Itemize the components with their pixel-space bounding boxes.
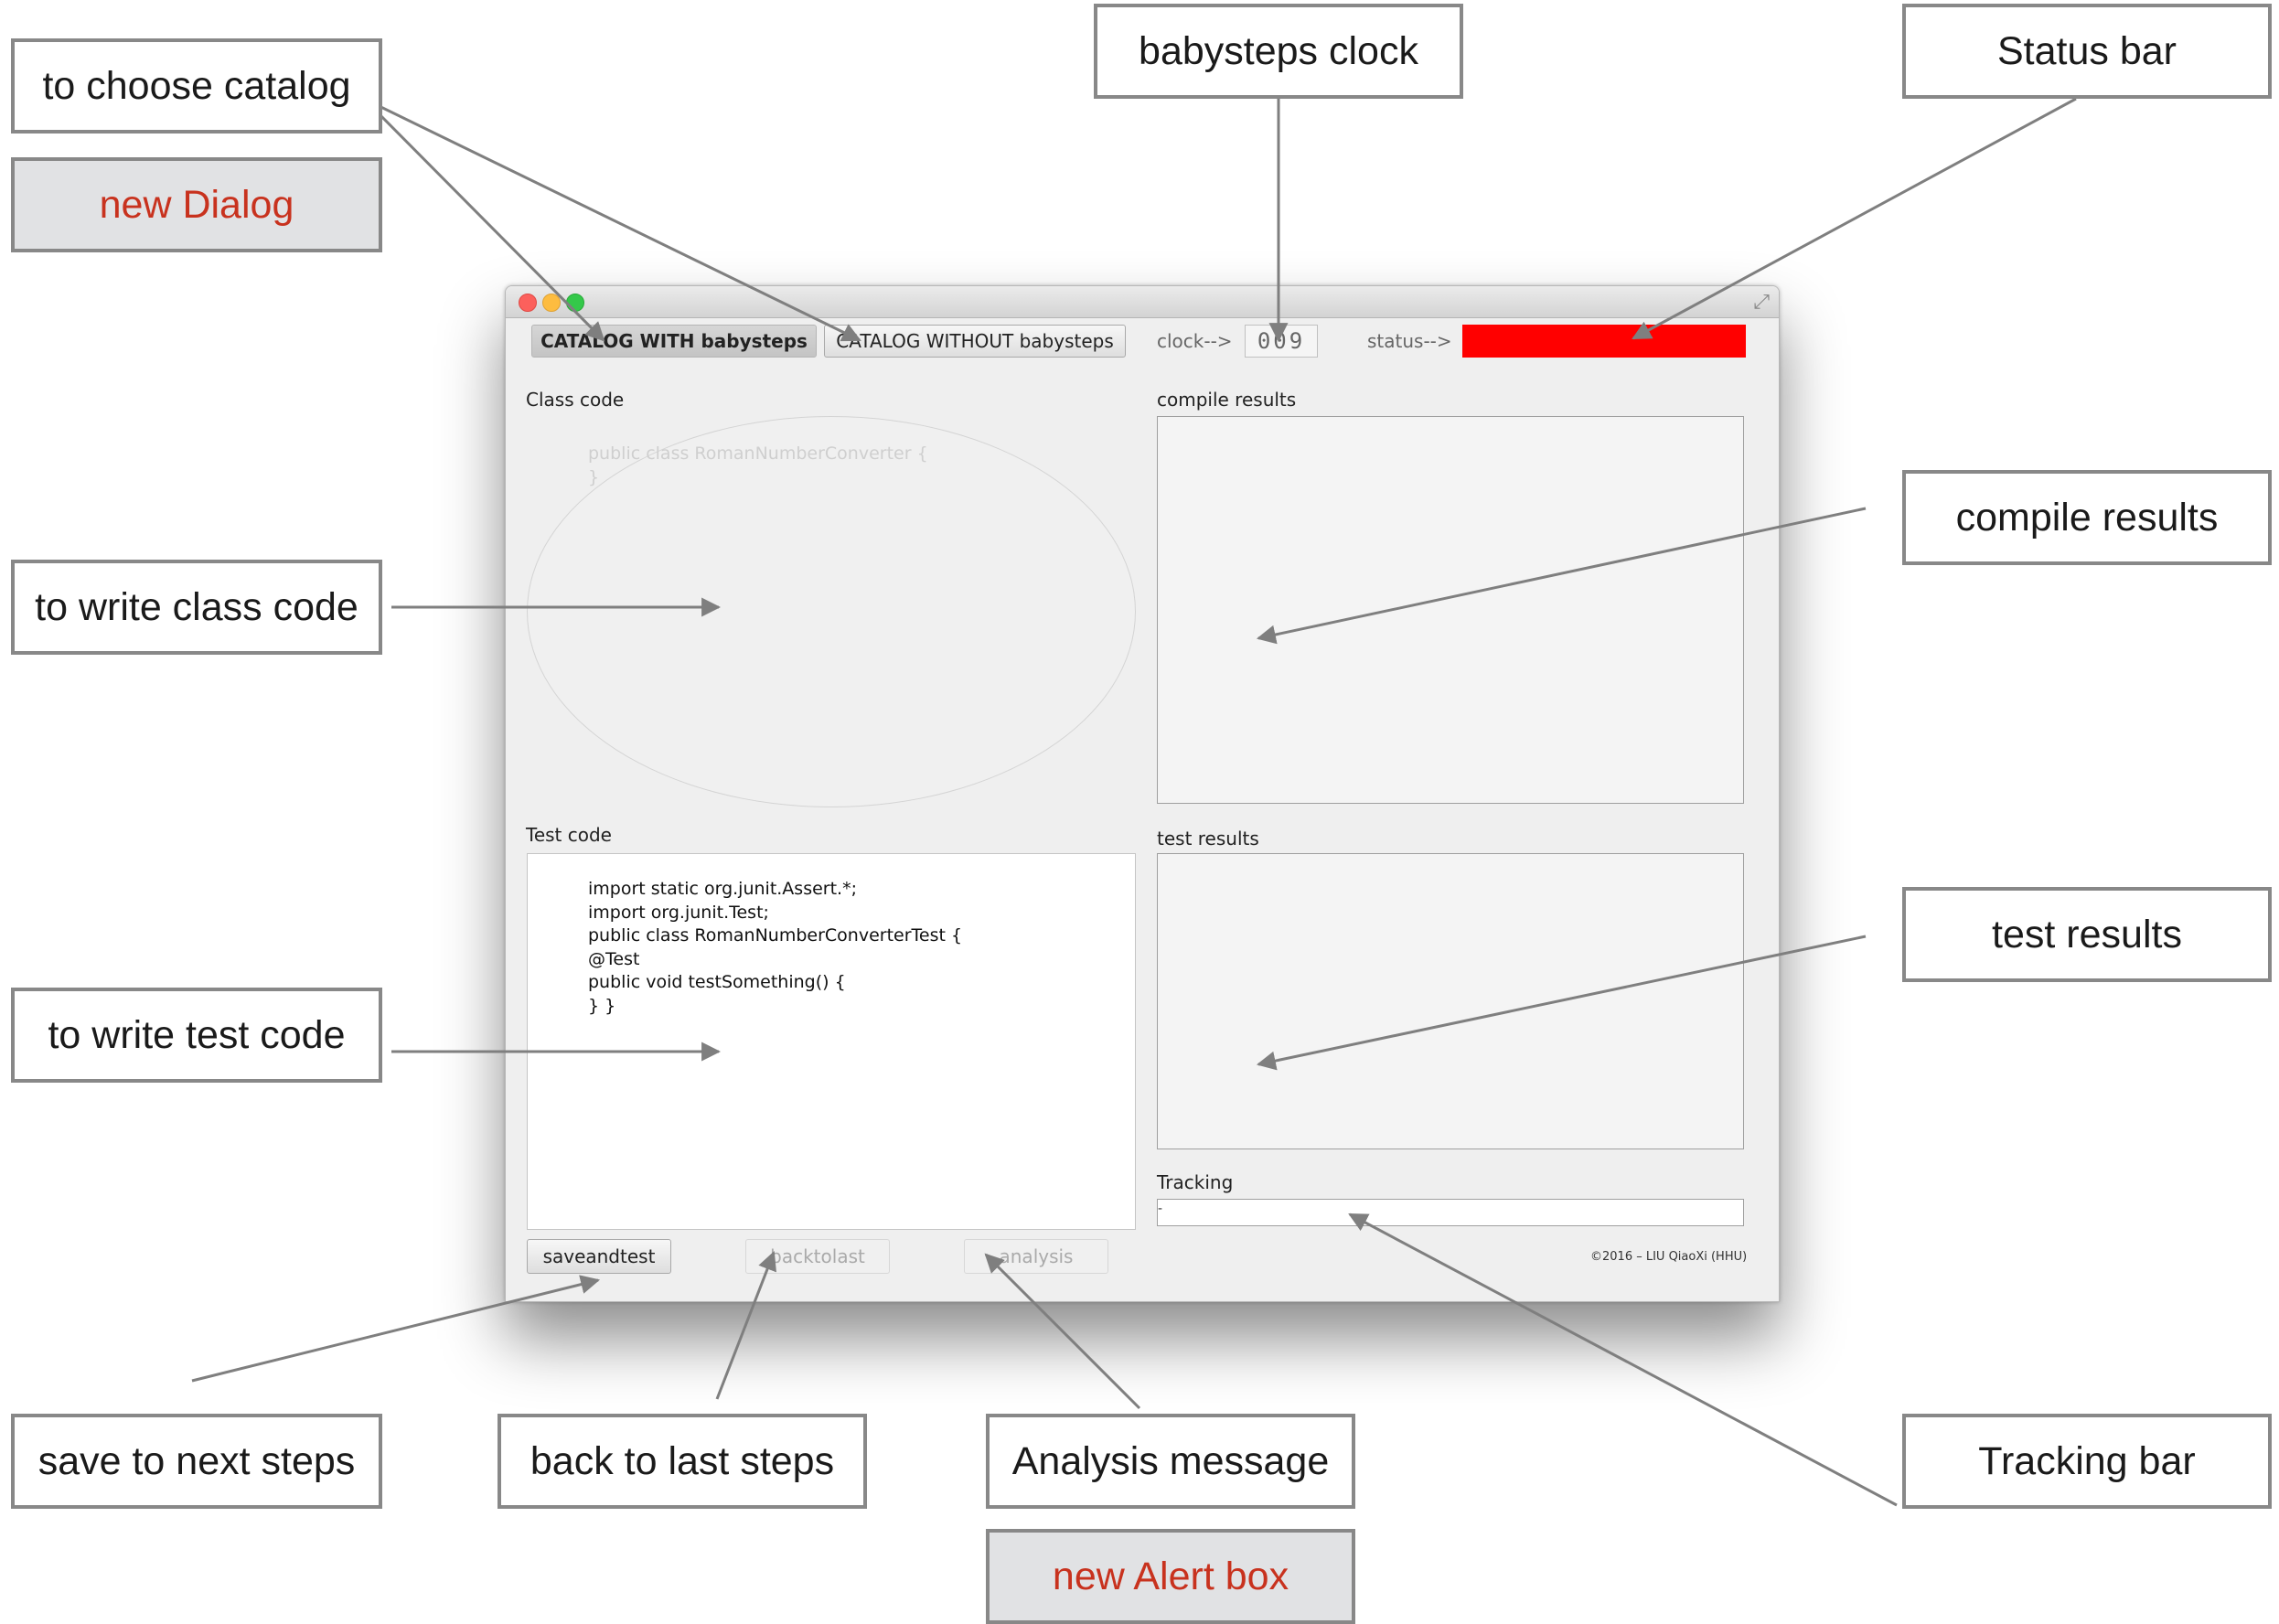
callout-choose-catalog: to choose catalog	[11, 38, 382, 134]
arrow-analysis	[984, 1253, 1141, 1410]
arrow-save	[191, 1275, 601, 1383]
arrow-back	[715, 1251, 776, 1400]
arrow-test-results	[1256, 935, 1867, 1071]
callout-write-class-code: to write class code	[11, 560, 382, 655]
arrow-compile-results	[1256, 507, 1867, 645]
arrow-catalog-with	[362, 97, 605, 342]
arrow-status-bar	[1632, 97, 2077, 340]
callout-write-test-code: to write test code	[11, 988, 382, 1083]
callout-babysteps-clock: babysteps clock	[1094, 4, 1463, 99]
callout-test-results: test results	[1902, 887, 2272, 982]
callout-save-next-steps: save to next steps	[11, 1414, 382, 1509]
callout-compile-results: compile results	[1902, 470, 2272, 565]
arrow-tracking	[1348, 1213, 1898, 1507]
callout-new-dialog: new Dialog	[11, 157, 382, 252]
callout-back-last-steps: back to last steps	[498, 1414, 867, 1509]
callout-status-bar: Status bar	[1902, 4, 2272, 99]
callout-new-alert-box: new Alert box	[986, 1529, 1355, 1624]
arrow-catalog-without	[363, 97, 861, 342]
callout-analysis-message: Analysis message	[986, 1414, 1355, 1509]
callout-tracking-bar: Tracking bar	[1902, 1414, 2272, 1509]
